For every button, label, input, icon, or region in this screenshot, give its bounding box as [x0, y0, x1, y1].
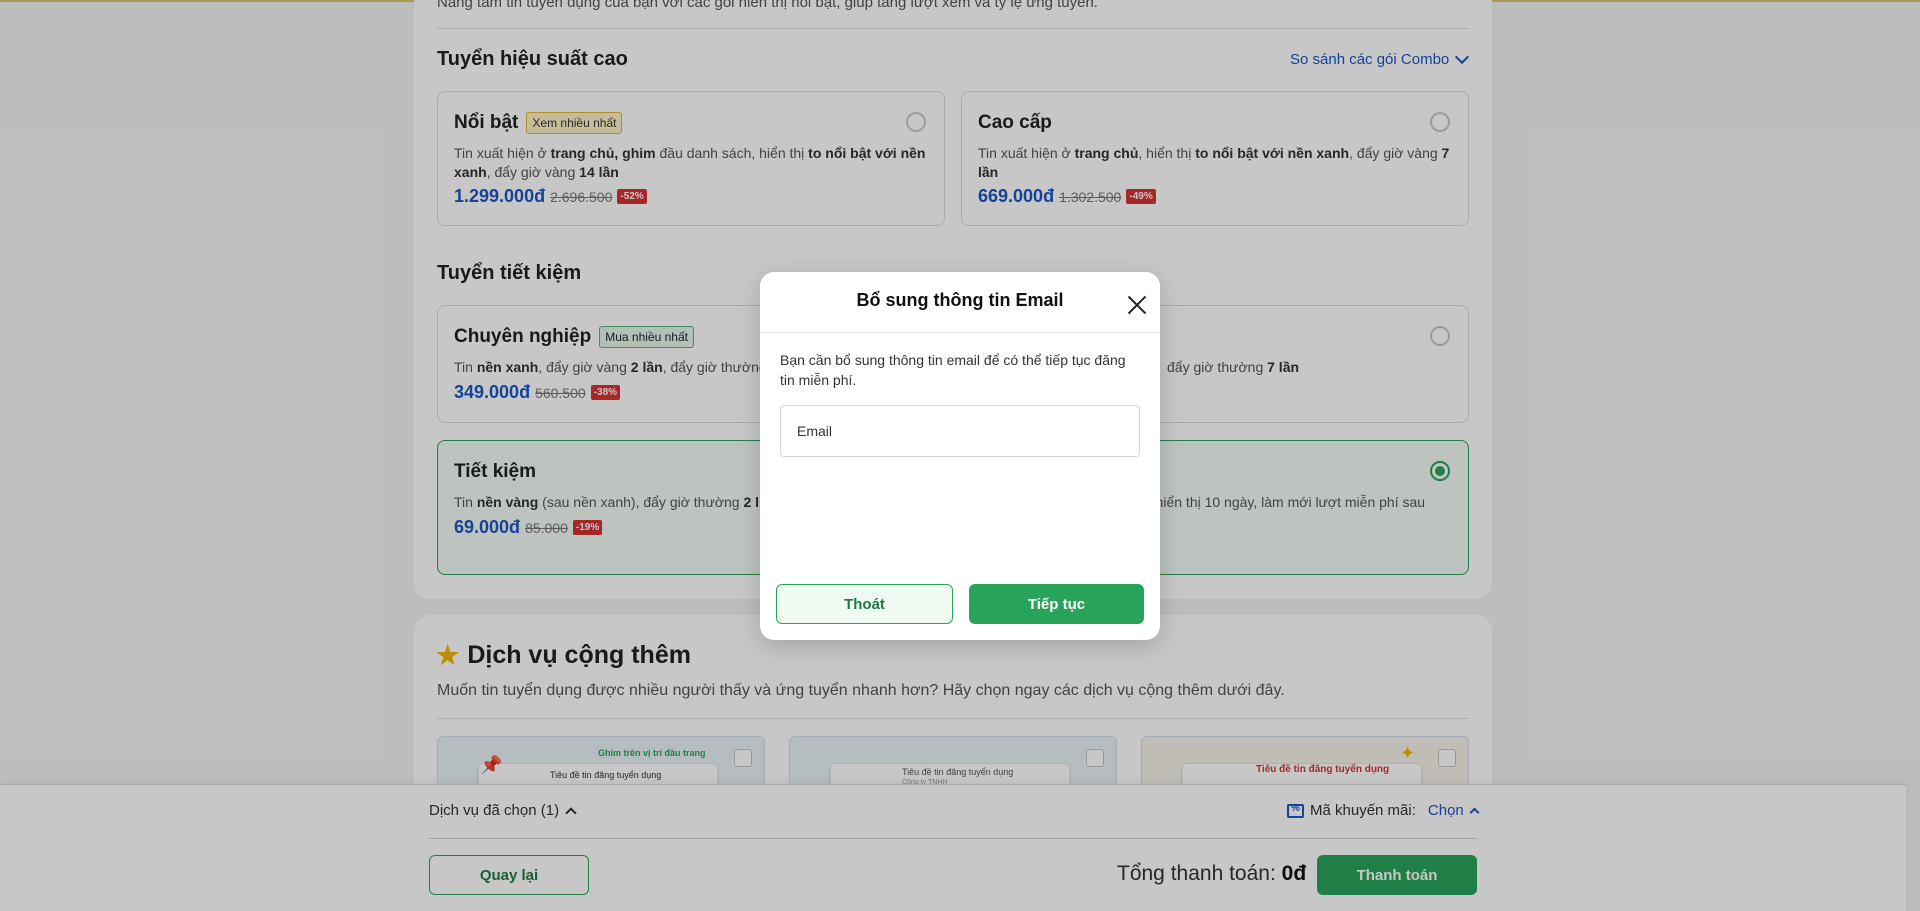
- email-modal: Bổ sung thông tin Email Bạn cần bổ sung …: [760, 272, 1160, 640]
- close-icon[interactable]: [1126, 294, 1148, 316]
- modal-divider: [760, 332, 1160, 333]
- modal-message: Bạn cần bổ sung thông tin email để có th…: [780, 352, 1126, 388]
- email-field[interactable]: [780, 405, 1140, 457]
- exit-button[interactable]: Thoát: [776, 584, 953, 624]
- modal-title: Bổ sung thông tin Email: [856, 290, 1064, 310]
- continue-button[interactable]: Tiếp tục: [969, 584, 1144, 624]
